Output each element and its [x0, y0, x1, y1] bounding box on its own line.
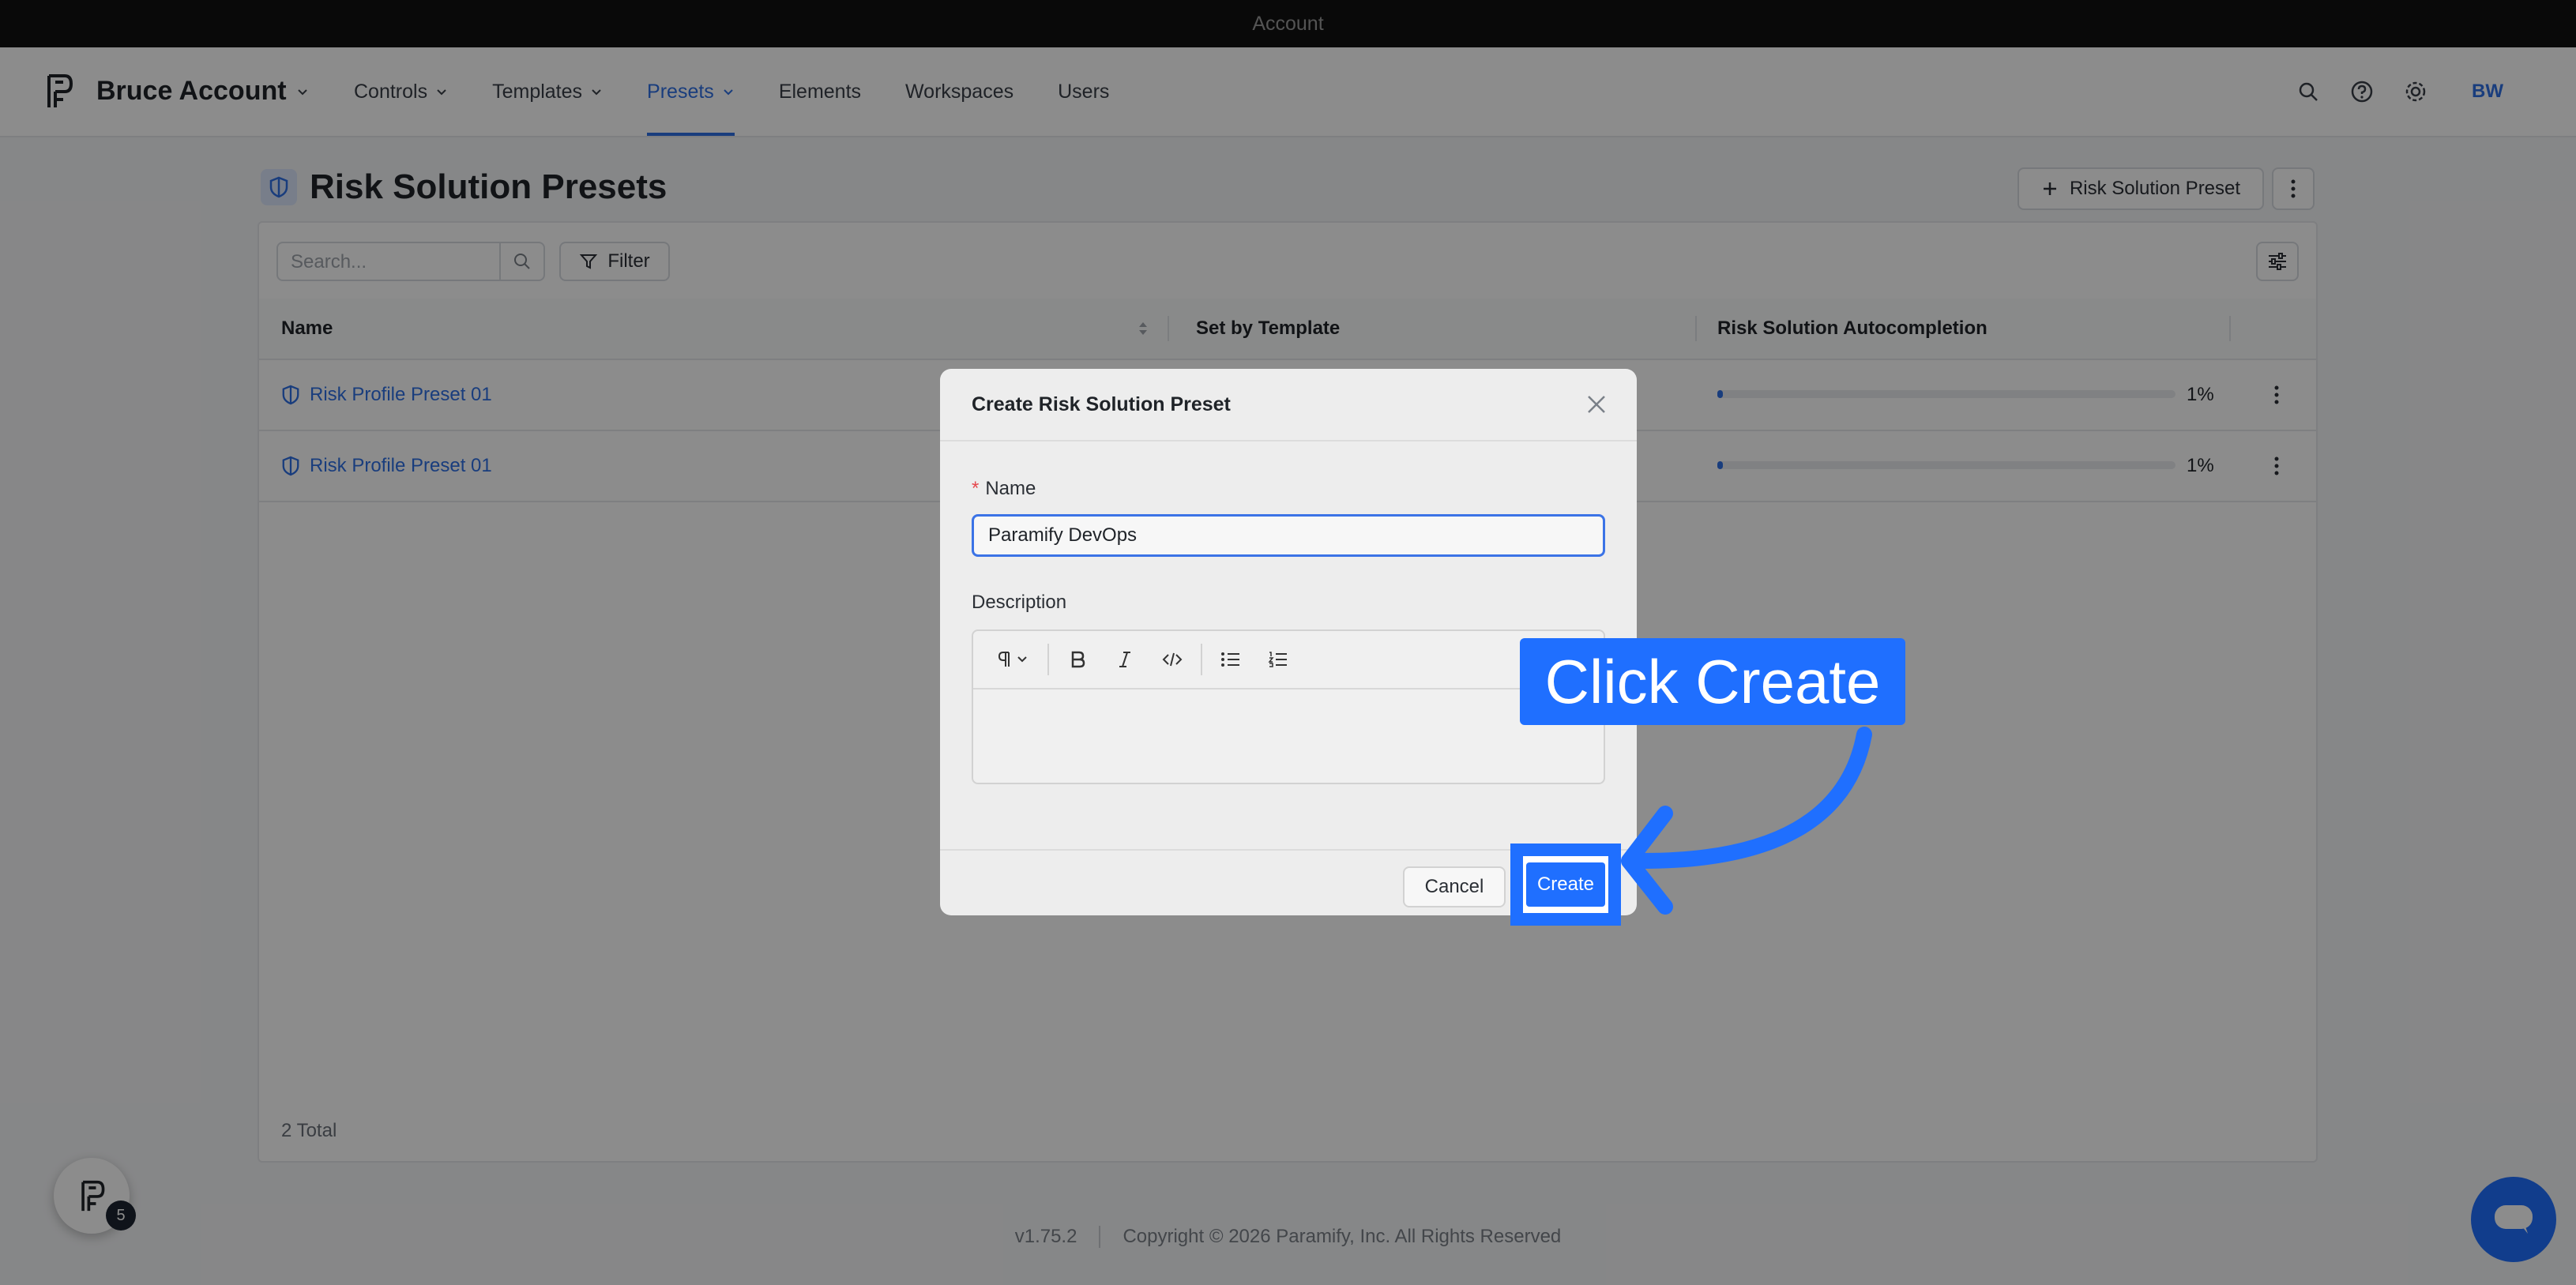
description-label: Description	[972, 592, 1067, 613]
italic-icon	[1119, 652, 1130, 667]
code-icon	[1162, 652, 1183, 667]
tour-callout: Click Create	[1520, 638, 1905, 725]
toolbar-divider	[1201, 644, 1202, 675]
close-icon[interactable]	[1585, 393, 1608, 416]
description-editor[interactable]	[972, 629, 1605, 784]
dialog-header: Create Risk Solution Preset	[940, 369, 1637, 441]
paragraph-style-button[interactable]	[984, 641, 1043, 678]
ordered-list-button[interactable]	[1254, 641, 1302, 678]
dialog-title: Create Risk Solution Preset	[972, 393, 1231, 415]
toolbar-divider	[1047, 644, 1049, 675]
name-label: * Name	[972, 478, 1036, 499]
paragraph-icon	[998, 652, 1027, 667]
name-label-text: Name	[985, 478, 1036, 499]
bold-button[interactable]	[1054, 641, 1101, 678]
highlight-frame: Create	[1523, 856, 1608, 913]
create-button-highlight: Create	[1510, 844, 1621, 926]
italic-button[interactable]	[1101, 641, 1149, 678]
code-button[interactable]	[1149, 641, 1196, 678]
bullet-list-icon	[1221, 652, 1239, 667]
create-button[interactable]: Create	[1526, 862, 1605, 907]
ordered-list-icon	[1268, 652, 1287, 667]
name-input[interactable]	[972, 514, 1605, 557]
cancel-button[interactable]: Cancel	[1403, 866, 1506, 907]
bullet-list-button[interactable]	[1207, 641, 1254, 678]
bold-icon	[1071, 651, 1085, 668]
editor-toolbar	[973, 631, 1604, 689]
